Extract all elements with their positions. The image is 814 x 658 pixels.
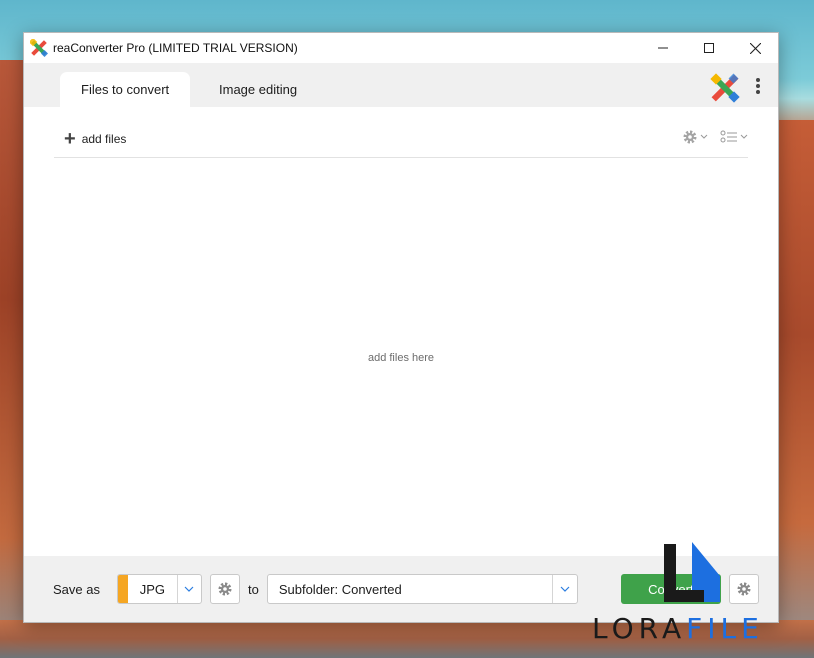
chevron-down-icon xyxy=(560,586,570,592)
close-button[interactable] xyxy=(732,33,778,63)
minimize-icon xyxy=(658,47,668,49)
format-color-swatch xyxy=(117,575,128,603)
more-dot-icon xyxy=(756,84,760,88)
output-format-value: JPG xyxy=(139,581,165,597)
tab-image-editing[interactable]: Image editing xyxy=(198,72,318,107)
file-drop-area[interactable]: add files here xyxy=(24,159,778,556)
more-dot-icon xyxy=(756,78,760,82)
minimize-button[interactable] xyxy=(640,33,686,63)
format-dropdown-arrow[interactable] xyxy=(178,586,201,592)
gear-icon xyxy=(683,130,697,144)
more-options-button[interactable] xyxy=(752,75,764,97)
save-as-label: Save as xyxy=(53,581,100,597)
window-title: reaConverter Pro (LIMITED TRIAL VERSION) xyxy=(53,41,298,55)
watermark-text-dark: LORA xyxy=(592,612,687,645)
destination-value: Subfolder: Converted xyxy=(278,581,402,597)
tab-files-to-convert[interactable]: Files to convert xyxy=(60,72,191,107)
close-icon xyxy=(749,42,761,54)
window-controls xyxy=(640,33,778,63)
file-toolbar: + add files xyxy=(54,120,748,158)
plus-icon: + xyxy=(64,127,76,150)
format-settings-button[interactable] xyxy=(209,574,240,604)
settings-dropdown-button[interactable] xyxy=(682,129,708,145)
app-logo-icon xyxy=(28,37,49,58)
drop-hint-text: add files here xyxy=(367,351,435,364)
view-mode-dropdown-button[interactable] xyxy=(720,129,748,145)
destination-dropdown-arrow[interactable] xyxy=(553,586,577,592)
watermark-text: LORAFILE xyxy=(592,612,764,645)
chevron-down-icon xyxy=(184,586,194,592)
gear-icon xyxy=(218,582,232,596)
toolbar-right-group xyxy=(682,129,748,145)
tab-bar: Files to convert Image editing xyxy=(24,63,778,107)
list-view-icon xyxy=(720,130,737,143)
output-format-select[interactable]: JPG xyxy=(116,574,202,604)
watermark-text-blue: FILE xyxy=(686,612,764,645)
app-window: reaConverter Pro (LIMITED TRIAL VERSION)… xyxy=(23,32,779,623)
lorafile-logo-icon xyxy=(664,542,720,602)
maximize-icon xyxy=(704,43,714,53)
more-dot-icon xyxy=(756,90,760,94)
chevron-down-icon xyxy=(740,134,748,139)
brand-logo-icon[interactable] xyxy=(710,73,740,103)
add-files-button[interactable]: + add files xyxy=(64,129,126,149)
add-files-label: add files xyxy=(81,131,127,146)
maximize-button[interactable] xyxy=(686,33,732,63)
destination-select[interactable]: Subfolder: Converted xyxy=(266,574,578,604)
to-label: to xyxy=(247,581,259,597)
chevron-down-icon xyxy=(700,134,708,139)
lorafile-watermark: LORAFILE xyxy=(592,540,802,650)
title-bar: reaConverter Pro (LIMITED TRIAL VERSION) xyxy=(24,33,778,63)
